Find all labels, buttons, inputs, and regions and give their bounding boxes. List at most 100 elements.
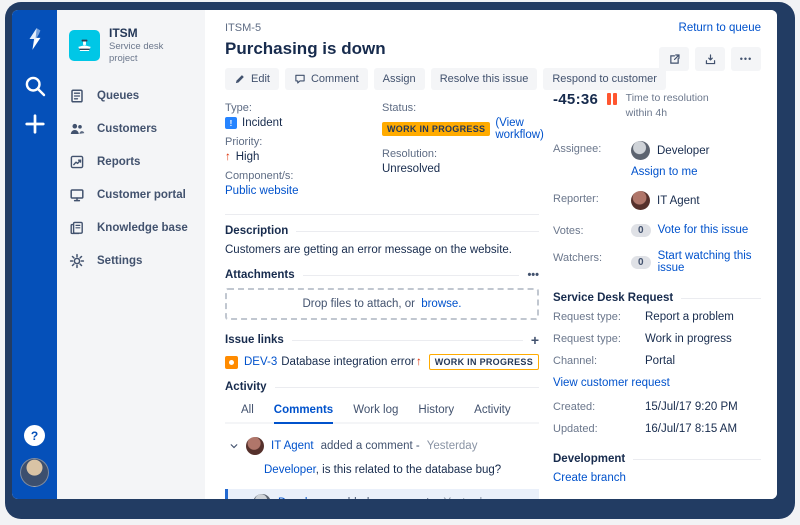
- sidebar-item-queues[interactable]: Queues: [69, 88, 193, 104]
- mention-link[interactable]: Developer: [264, 464, 316, 476]
- resolution-value: Unresolved: [382, 163, 441, 175]
- sidebar-item-customers[interactable]: Customers: [69, 121, 193, 137]
- bug-type-icon: [225, 355, 238, 369]
- tab-work-log[interactable]: Work log: [353, 400, 398, 424]
- more-actions-button[interactable]: •••: [731, 47, 761, 71]
- assignee-value: Developer: [657, 144, 710, 157]
- linked-issue-key[interactable]: DEV-3: [244, 356, 277, 368]
- collapse-chevron-icon[interactable]: [229, 441, 239, 451]
- more-icon: •••: [739, 54, 753, 64]
- comment-label: Comment: [310, 73, 359, 85]
- pencil-icon: [235, 75, 244, 84]
- share-icon: [669, 53, 680, 64]
- status-badge: WORK IN PROGRESS: [382, 122, 491, 136]
- issue-key[interactable]: ITSM-5: [225, 22, 539, 34]
- comment-author-avatar: [253, 494, 271, 499]
- sidebar-item-label: Customers: [97, 122, 158, 135]
- votes-field: Votes: 0 Vote for this issue: [553, 223, 761, 237]
- linked-issue-row[interactable]: DEV-3 Database integration error ↑ WORK …: [225, 354, 539, 370]
- attachments-section-header: Attachments •••: [225, 269, 539, 281]
- project-header: ITSM Service desk project: [69, 26, 193, 66]
- project-sidebar: ITSM Service desk project Queues Custome…: [57, 10, 205, 499]
- updated-value: 16/Jul/17 8:15 AM: [645, 423, 738, 436]
- issue-title: Purchasing is down: [225, 39, 386, 58]
- global-rail: ?: [12, 10, 57, 499]
- view-customer-request-link[interactable]: View customer request: [553, 377, 670, 389]
- component-link[interactable]: Public website: [225, 185, 299, 197]
- sidebar-item-settings[interactable]: Settings: [69, 253, 193, 269]
- issue-tools: •••: [553, 47, 761, 71]
- comment-time: Yesterday: [444, 497, 495, 499]
- sidebar-item-reports[interactable]: Reports: [69, 154, 193, 170]
- priority-label: Priority:: [225, 136, 263, 148]
- sidebar-item-label: Knowledge base: [97, 221, 188, 234]
- sidebar-item-knowledge-base[interactable]: Knowledge base: [69, 220, 193, 236]
- tab-history[interactable]: History: [418, 400, 454, 424]
- project-avatar-icon: [69, 30, 100, 62]
- sidebar-item-customer-portal[interactable]: Customer portal: [69, 187, 193, 203]
- assign-button[interactable]: Assign: [373, 68, 425, 90]
- comment-meta: added a comment -: [337, 497, 436, 499]
- assign-to-me-link[interactable]: Assign to me: [631, 166, 697, 178]
- updated-field: Updated: 16/Jul/17 8:15 AM: [553, 423, 761, 435]
- action-buttons: Edit Comment Assign Resolve this issue R…: [225, 68, 666, 90]
- development-section-header: Development: [553, 453, 761, 465]
- vote-link[interactable]: Vote for this issue: [658, 224, 749, 236]
- timer-value: -45:36: [553, 91, 599, 108]
- create-branch-link[interactable]: Create branch: [553, 472, 626, 484]
- comment-item-highlighted: Developer added a comment - Yesterday IT…: [225, 489, 539, 499]
- share-button[interactable]: [659, 47, 689, 71]
- customers-icon: [69, 121, 85, 137]
- attachments-more-icon[interactable]: •••: [527, 269, 539, 281]
- request-type-field: Request type: Report a problem: [553, 311, 761, 323]
- collapse-chevron-icon[interactable]: [236, 498, 246, 499]
- reports-icon: [69, 154, 85, 170]
- add-link-icon[interactable]: +: [531, 333, 539, 347]
- sdr-section-header: Service Desk Request: [553, 292, 761, 304]
- view-workflow-link[interactable]: (View workflow): [495, 117, 544, 141]
- search-icon[interactable]: [23, 74, 47, 98]
- return-to-queue-link[interactable]: Return to queue: [679, 22, 761, 34]
- user-avatar[interactable]: [20, 458, 49, 487]
- reporter-avatar: [631, 191, 650, 211]
- window-frame: ? ITSM Service desk project Queues Custo…: [5, 2, 795, 519]
- help-button[interactable]: ?: [24, 425, 45, 446]
- right-panel: Return to queue ••• -45:36 Time to resol…: [553, 10, 777, 499]
- channel-label: Channel:: [553, 355, 598, 368]
- comment-time: Yesterday: [426, 440, 478, 452]
- knowledge-base-icon: [69, 220, 85, 236]
- type-value: Incident: [242, 117, 283, 129]
- tab-comments[interactable]: Comments: [273, 400, 334, 424]
- browse-link[interactable]: browse.: [421, 298, 461, 310]
- created-value: 15/Jul/17 9:20 PM: [645, 401, 738, 414]
- comment-item: IT Agent added a comment - Yesterday Dev…: [225, 432, 539, 485]
- linked-issue-status-badge: WORK IN PROGRESS: [428, 354, 539, 370]
- description-text: Customers are getting an error message o…: [225, 244, 513, 256]
- app-window: ? ITSM Service desk project Queues Custo…: [12, 10, 777, 499]
- attachment-dropzone[interactable]: Drop files to attach, or browse.: [225, 288, 539, 320]
- create-icon[interactable]: [23, 112, 47, 136]
- issue-links-header: Issue links: [225, 334, 284, 346]
- development-header: Development: [553, 453, 626, 466]
- edit-label: Edit: [251, 73, 270, 85]
- watch-link[interactable]: Start watching this issue: [658, 250, 761, 274]
- export-button[interactable]: [695, 47, 725, 71]
- comment-body: Developer, is this related to the databa…: [229, 464, 529, 476]
- project-type: Service desk project: [109, 41, 164, 65]
- attachments-header: Attachments: [225, 269, 295, 281]
- comment-author-link[interactable]: IT Agent: [271, 440, 314, 452]
- activity-section-header: Activity: [225, 381, 539, 393]
- tab-all[interactable]: All: [241, 400, 254, 424]
- comment-author-avatar: [246, 437, 264, 455]
- updated-label: Updated:: [553, 423, 598, 436]
- tab-activity[interactable]: Activity: [474, 400, 510, 424]
- comment-author-link[interactable]: Developer: [278, 497, 330, 499]
- issue-links-section-header: Issue links +: [225, 333, 539, 347]
- created-field: Created: 15/Jul/17 9:20 PM: [553, 401, 761, 413]
- edit-button[interactable]: Edit: [225, 68, 279, 90]
- pause-icon: [607, 93, 617, 105]
- sidebar-item-label: Settings: [97, 254, 143, 267]
- resolve-issue-button[interactable]: Resolve this issue: [430, 68, 538, 90]
- divider: [225, 214, 539, 215]
- comment-button[interactable]: Comment: [284, 68, 368, 90]
